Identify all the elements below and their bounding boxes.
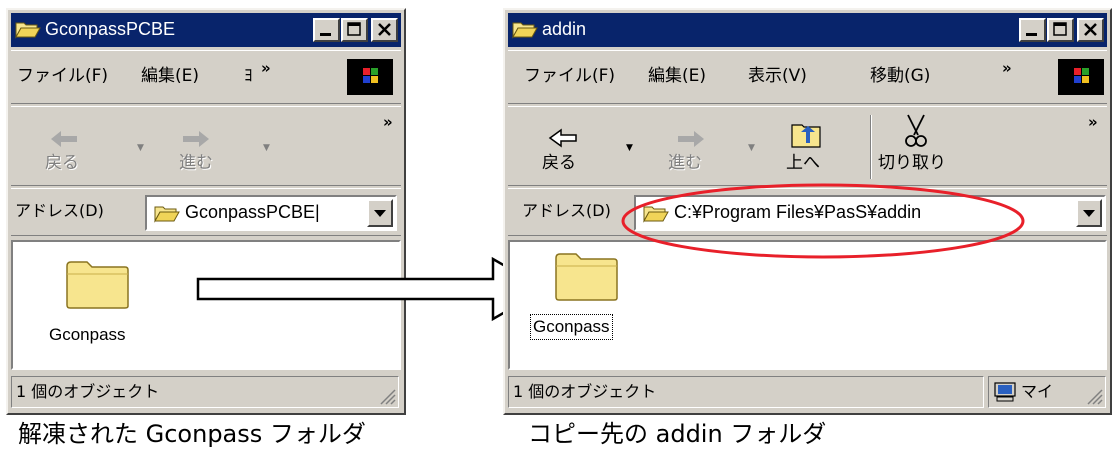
maximize-button[interactable]	[341, 18, 368, 42]
cut-button[interactable]: 切り取り	[878, 153, 946, 173]
toolbar-chevron-icon[interactable]: »	[383, 113, 393, 131]
menu-go[interactable]: 移動(G)	[870, 65, 930, 87]
resize-grip-icon[interactable]	[1085, 387, 1103, 405]
menu-chevron-icon[interactable]: »	[261, 59, 271, 77]
back-arrow-icon	[51, 131, 77, 147]
forward-dropdown-icon[interactable]: ▼	[748, 143, 755, 153]
windows-logo-icon	[1058, 59, 1104, 95]
menu-edit[interactable]: 編集(E)	[141, 65, 199, 87]
menu-chevron-icon[interactable]: »	[1002, 59, 1012, 77]
my-computer-icon	[994, 382, 1016, 402]
back-dropdown-icon[interactable]: ▼	[626, 143, 633, 153]
status-zone-text: マイ	[1021, 382, 1054, 401]
copy-arrow	[196, 256, 548, 322]
up-button[interactable]: 上へ	[786, 153, 820, 173]
folder-label-selected[interactable]: Gconpass	[530, 314, 613, 340]
address-dropdown-button[interactable]	[1076, 199, 1102, 227]
address-value: GconpassPCBE|	[185, 202, 320, 222]
toolbar: 戻る ▼ 進む ▼ »	[11, 106, 401, 186]
menu-overflow-item[interactable]: ﾖ	[244, 65, 253, 87]
menu-file[interactable]: ファイル(F)	[524, 65, 615, 87]
status-bar: 1 個のオブジェクト	[11, 374, 401, 412]
folder-open-icon	[15, 22, 41, 39]
forward-arrow-icon	[183, 131, 209, 147]
address-label: アドレス(D)	[522, 201, 611, 220]
status-pane: 1 個のオブジェクト	[11, 376, 399, 408]
window-title: GconpassPCBE	[45, 19, 176, 39]
forward-dropdown-icon[interactable]: ▼	[263, 143, 270, 153]
left-caption: 解凍された Gconpass フォルダ	[18, 420, 366, 448]
close-button[interactable]	[1077, 18, 1104, 42]
forward-button[interactable]: 進む	[179, 153, 213, 173]
left-explorer-window: GconpassPCBE ファイル(F) 編集(E) ﾖ » 戻る ▼ 進む ▼…	[6, 8, 406, 415]
window-title: addin	[542, 19, 587, 39]
forward-button[interactable]: 進む	[668, 153, 702, 173]
windows-logo-icon	[347, 59, 393, 95]
address-label: アドレス(D)	[15, 201, 104, 220]
left-title-bar[interactable]: GconpassPCBE	[11, 13, 401, 47]
status-text: 1 個のオブジェクト	[513, 382, 657, 401]
close-button[interactable]	[371, 18, 398, 42]
back-dropdown-icon[interactable]: ▼	[137, 143, 144, 153]
forward-arrow-icon	[678, 131, 704, 147]
back-button[interactable]: 戻る	[45, 153, 79, 173]
address-dropdown-button[interactable]	[367, 199, 393, 227]
folder-label[interactable]: Gconpass	[49, 324, 126, 346]
up-folder-icon	[791, 124, 821, 148]
address-bar: アドレス(D) GconpassPCBE|	[11, 188, 401, 236]
status-bar: 1 個のオブジェクト マイ	[508, 374, 1107, 412]
folder-open-icon	[512, 22, 538, 39]
toolbar-chevron-icon[interactable]: »	[1088, 113, 1098, 131]
menu-bar: ファイル(F) 編集(E) 表示(V) 移動(G) »	[508, 50, 1107, 104]
status-pane: 1 個のオブジェクト	[508, 376, 984, 408]
menu-file[interactable]: ファイル(F)	[17, 65, 108, 87]
toolbar-separator	[870, 115, 872, 179]
menu-bar: ファイル(F) 編集(E) ﾖ »	[11, 50, 401, 104]
minimize-button[interactable]	[1019, 18, 1046, 42]
folder-icon[interactable]	[554, 250, 620, 302]
status-zone-pane: マイ	[988, 376, 1106, 408]
status-text: 1 個のオブジェクト	[16, 382, 160, 401]
scissors-icon	[905, 114, 927, 147]
right-caption: コピー先の addin フォルダ	[528, 420, 827, 448]
resize-grip-icon[interactable]	[378, 387, 396, 405]
back-button[interactable]: 戻る	[542, 153, 576, 173]
toolbar: 戻る ▼ 進む ▼ 上へ 切り取り »	[508, 106, 1107, 186]
menu-edit[interactable]: 編集(E)	[648, 65, 706, 87]
folder-icon	[154, 206, 180, 223]
minimize-button[interactable]	[313, 18, 340, 42]
back-arrow-icon	[548, 128, 577, 148]
highlight-ellipse	[621, 183, 1025, 259]
maximize-button[interactable]	[1047, 18, 1074, 42]
menu-view[interactable]: 表示(V)	[748, 65, 807, 87]
address-field[interactable]: GconpassPCBE|	[145, 195, 397, 231]
folder-icon[interactable]	[65, 258, 131, 310]
right-title-bar[interactable]: addin	[508, 13, 1107, 47]
